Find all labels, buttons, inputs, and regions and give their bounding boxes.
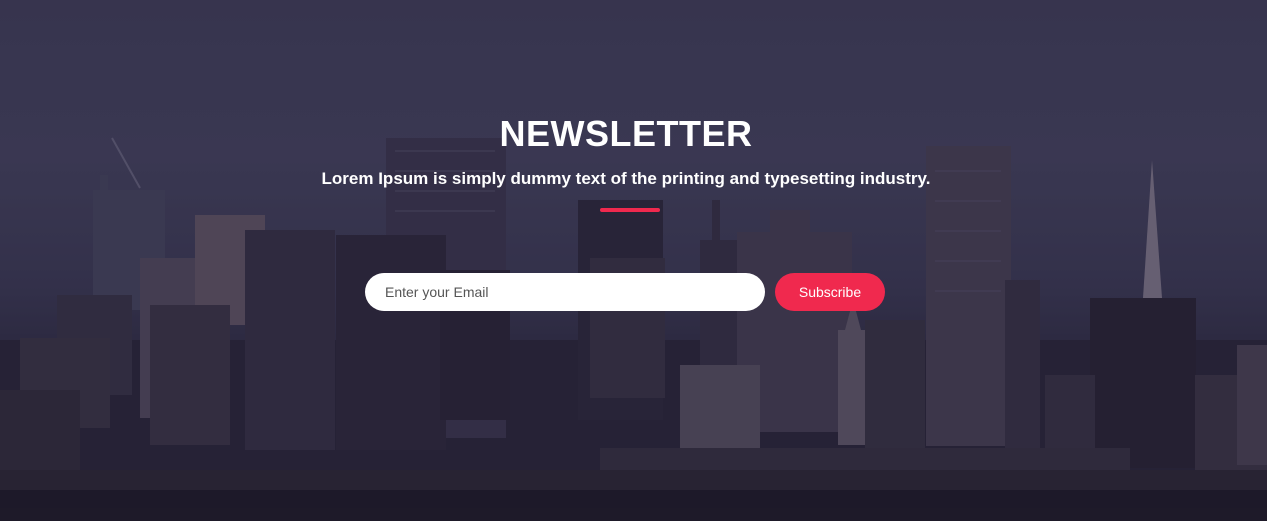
newsletter-title: NEWSLETTER bbox=[499, 113, 753, 154]
newsletter-section: NEWSLETTER Lorem Ipsum is simply dummy t… bbox=[0, 0, 1267, 521]
accent-divider bbox=[600, 208, 660, 212]
email-input[interactable] bbox=[365, 273, 765, 311]
newsletter-content: NEWSLETTER Lorem Ipsum is simply dummy t… bbox=[0, 0, 1267, 521]
subscribe-form: Subscribe bbox=[365, 273, 885, 311]
newsletter-subtitle: Lorem Ipsum is simply dummy text of the … bbox=[321, 169, 931, 188]
subscribe-button[interactable]: Subscribe bbox=[775, 273, 885, 311]
